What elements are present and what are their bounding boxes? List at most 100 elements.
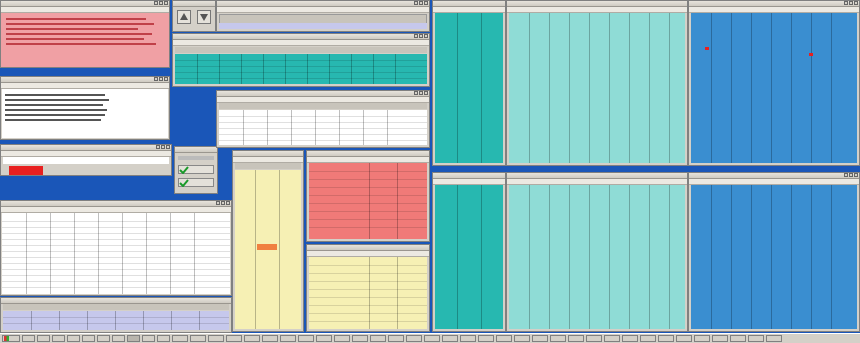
taskbar-button[interactable] (226, 335, 242, 342)
quote-row[interactable] (219, 23, 427, 29)
close-icon[interactable] (226, 201, 230, 205)
taskbar-button[interactable] (316, 335, 332, 342)
position-table-grid[interactable] (2, 213, 230, 294)
taskbar-button[interactable] (67, 335, 80, 342)
close-icon[interactable] (854, 1, 858, 5)
market-grid-titlebar[interactable] (433, 173, 505, 179)
market-grid-titlebar[interactable] (689, 173, 859, 179)
taskbar-button[interactable] (142, 335, 155, 342)
market-grid-blue-top[interactable] (688, 0, 860, 166)
taskbar-button[interactable] (748, 335, 764, 342)
taskbar-button[interactable] (658, 335, 674, 342)
price-ladder-titlebar[interactable] (233, 151, 303, 157)
taskbar-button[interactable] (127, 335, 140, 342)
market-grid-body[interactable] (691, 185, 857, 329)
maximize-icon[interactable] (419, 34, 423, 38)
taskbar-button[interactable] (460, 335, 476, 342)
taskbar-button[interactable] (586, 335, 602, 342)
market-grid-lightteal-top[interactable] (506, 0, 688, 166)
summary-lavender-window[interactable] (0, 297, 232, 333)
maximize-icon[interactable] (419, 91, 423, 95)
action-panel-titlebar[interactable] (175, 147, 217, 153)
quote-header-menubar[interactable] (217, 7, 429, 13)
maximize-icon[interactable] (849, 1, 853, 5)
taskbar-button[interactable] (37, 335, 50, 342)
taskbar-button[interactable] (532, 335, 548, 342)
market-grid-body[interactable] (691, 13, 857, 163)
close-icon[interactable] (164, 77, 168, 81)
taskbar-button[interactable] (352, 335, 368, 342)
taskbar-button[interactable] (640, 335, 656, 342)
taskbar-button[interactable] (298, 335, 314, 342)
maximize-icon[interactable] (849, 173, 853, 177)
nav-arrows-titlebar[interactable] (173, 1, 215, 7)
taskbar-button[interactable] (334, 335, 350, 342)
market-grid-teal-bottom[interactable] (432, 172, 506, 332)
orders-teal-window[interactable] (172, 33, 430, 87)
taskbar-button[interactable] (22, 335, 35, 342)
buy-orders-grid[interactable] (309, 257, 427, 329)
taskbar-button[interactable] (712, 335, 728, 342)
minimize-icon[interactable] (156, 145, 160, 149)
taskbar-button[interactable] (622, 335, 638, 342)
taskbar-button[interactable] (604, 335, 620, 342)
taskbar-button[interactable] (262, 335, 278, 342)
orders-teal-grid[interactable] (175, 54, 427, 84)
taskbar-button[interactable] (280, 335, 296, 342)
down-arrow-icon[interactable] (197, 10, 211, 24)
taskbar-button[interactable] (370, 335, 386, 342)
close-icon[interactable] (424, 1, 428, 5)
buy-orders-titlebar[interactable] (307, 245, 429, 251)
position-table-titlebar[interactable] (1, 201, 231, 207)
position-table-window[interactable] (0, 200, 232, 296)
maximize-icon[interactable] (419, 1, 423, 5)
ticker-table-window[interactable] (216, 90, 430, 148)
close-icon[interactable] (424, 91, 428, 95)
market-grid-titlebar[interactable] (433, 1, 505, 7)
taskbar-button[interactable] (442, 335, 458, 342)
market-grid-titlebar[interactable] (507, 173, 687, 179)
quote-header-window[interactable] (216, 0, 430, 32)
taskbar-button[interactable] (478, 335, 494, 342)
taskbar-button[interactable] (52, 335, 65, 342)
taskbar-button[interactable] (82, 335, 95, 342)
quote-header-titlebar[interactable] (217, 1, 429, 7)
nav-arrows-window[interactable] (172, 0, 216, 32)
market-grid-body[interactable] (509, 185, 685, 329)
maximize-icon[interactable] (159, 1, 163, 5)
taskbar-button[interactable] (766, 335, 782, 342)
minimize-icon[interactable] (414, 34, 418, 38)
sell-orders-window[interactable] (306, 150, 430, 242)
up-arrow-icon[interactable] (177, 10, 191, 24)
status-window[interactable] (0, 144, 172, 176)
taskbar-button[interactable] (388, 335, 404, 342)
taskbar-button[interactable] (568, 335, 584, 342)
maximize-icon[interactable] (161, 145, 165, 149)
minimize-icon[interactable] (154, 77, 158, 81)
market-grid-body[interactable] (435, 13, 503, 163)
market-grid-body[interactable] (509, 13, 685, 163)
taskbar-button[interactable] (97, 335, 110, 342)
taskbar-button[interactable] (406, 335, 422, 342)
price-ladder-grid[interactable] (235, 170, 301, 329)
taskbar-button[interactable] (172, 335, 188, 342)
alert-log-titlebar[interactable] (1, 1, 169, 7)
action-panel-window[interactable] (174, 146, 218, 194)
taskbar-button[interactable] (496, 335, 512, 342)
taskbar-button[interactable] (424, 335, 440, 342)
minimize-icon[interactable] (216, 201, 220, 205)
status-titlebar[interactable] (1, 145, 171, 151)
market-grid-titlebar[interactable] (689, 1, 859, 7)
close-icon[interactable] (424, 34, 428, 38)
sell-orders-titlebar[interactable] (307, 151, 429, 157)
taskbar-button[interactable] (208, 335, 224, 342)
market-grid-teal-top[interactable] (432, 0, 506, 166)
close-icon[interactable] (166, 145, 170, 149)
market-grid-titlebar[interactable] (507, 1, 687, 7)
buy-orders-window[interactable] (306, 244, 430, 332)
taskbar-button[interactable] (190, 335, 206, 342)
market-grid-blue-bottom[interactable] (688, 172, 860, 332)
minimize-icon[interactable] (154, 1, 158, 5)
taskbar-button[interactable] (112, 335, 125, 342)
price-ladder-window[interactable] (232, 150, 304, 332)
